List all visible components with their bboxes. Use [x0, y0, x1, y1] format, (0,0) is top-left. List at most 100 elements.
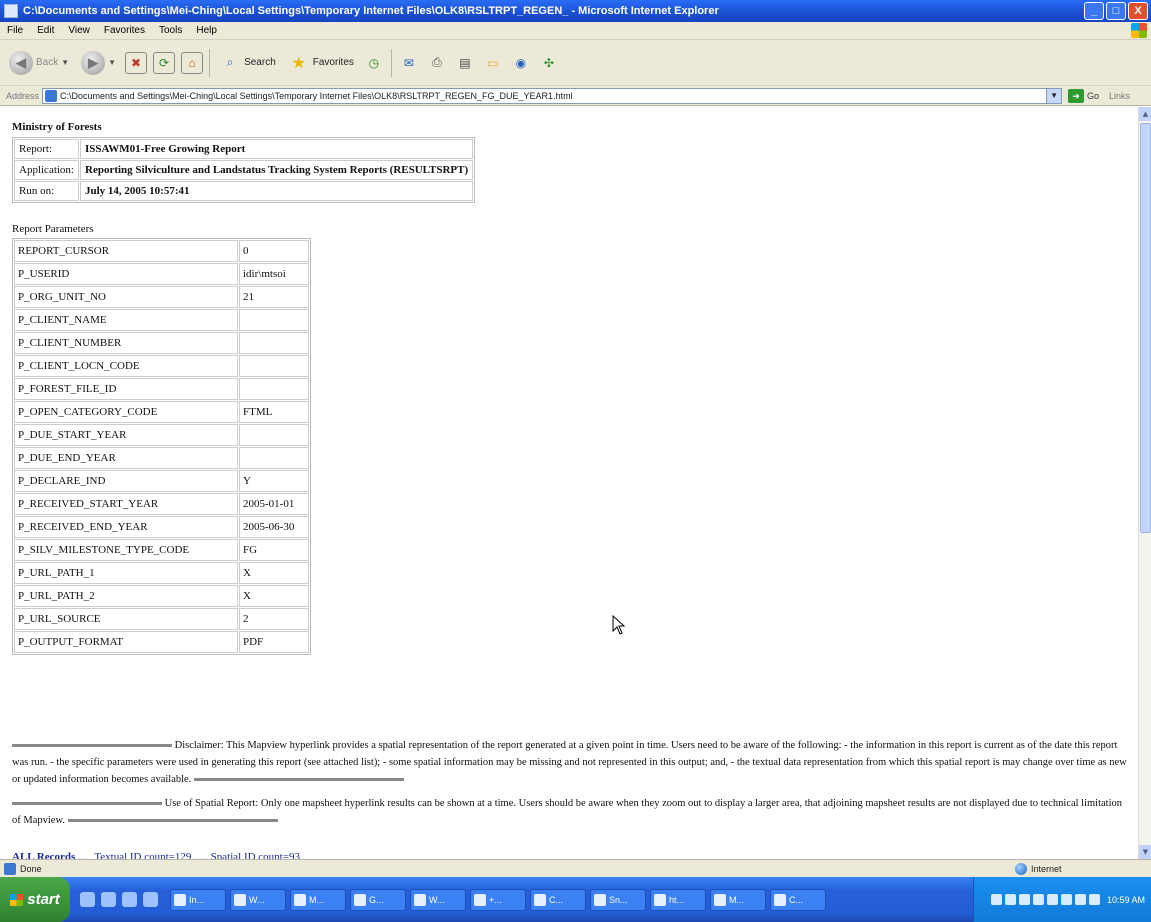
spatial-count-link[interactable]: Spatial ID count=93 [211, 851, 300, 859]
quick-launch-icon[interactable] [143, 892, 158, 907]
table-row: Report: ISSAWM01-Free Growing Report [14, 139, 474, 159]
tray-icon[interactable] [1004, 894, 1016, 905]
task-app-icon [354, 893, 366, 906]
messenger-icon[interactable]: ◉ [510, 52, 532, 74]
task-button[interactable]: +... [470, 888, 526, 911]
task-button[interactable]: ht... [650, 888, 706, 911]
folder-icon[interactable]: ▭ [482, 52, 504, 74]
divider-rule [193, 778, 404, 782]
address-input[interactable]: C:\Documents and Settings\Mei-Ching\Loca… [42, 87, 1063, 104]
param-key: P_RECEIVED_START_YEAR [14, 493, 238, 515]
menu-file[interactable]: File [0, 25, 30, 36]
param-key: P_CLIENT_NUMBER [14, 332, 238, 354]
param-value: idir\mtsoi [239, 263, 309, 285]
task-label: ht... [669, 894, 685, 905]
maximize-button[interactable]: □ [1106, 2, 1126, 20]
task-app-icon [414, 893, 426, 906]
scroll-thumb[interactable] [1140, 123, 1151, 533]
tray-icon[interactable] [1074, 894, 1086, 905]
param-value: 2005-01-01 [239, 493, 309, 515]
page-content: Ministry of Forests Report: ISSAWM01-Fre… [0, 107, 1138, 859]
menu-favorites[interactable]: Favorites [97, 25, 152, 36]
favorites-button[interactable]: ★ Favorites [285, 50, 357, 76]
edit-icon[interactable]: ▤ [454, 52, 476, 74]
scroll-down-icon[interactable]: ▼ [1139, 845, 1151, 859]
table-row: P_FOREST_FILE_ID [14, 378, 309, 400]
forward-dropdown-icon[interactable]: ▼ [108, 58, 116, 67]
home-icon[interactable]: ⌂ [181, 51, 204, 74]
research-icon[interactable]: ✣ [538, 52, 560, 74]
refresh-icon[interactable]: ⟳ [153, 51, 176, 74]
task-button[interactable]: Sn... [590, 888, 646, 911]
ie-icon [4, 4, 18, 18]
task-label: C... [549, 894, 564, 905]
quick-launch-icon[interactable] [122, 892, 137, 907]
mail-icon[interactable]: ✉ [398, 52, 420, 74]
task-buttons: In... W... M... G... W... +... C... Sn..… [170, 888, 826, 911]
windows-flag-icon [10, 893, 24, 906]
back-button[interactable]: ◀ Back ▼ [6, 49, 72, 77]
records-links: ALL Records ..... Textual ID count=129 .… [12, 851, 300, 859]
back-dropdown-icon[interactable]: ▼ [61, 58, 69, 67]
param-value [239, 378, 309, 400]
toolbar-separator [209, 48, 211, 77]
page-icon [45, 89, 58, 102]
print-icon[interactable]: ⎙ [426, 52, 448, 74]
security-zone: Internet [1015, 862, 1062, 875]
task-label: In... [189, 894, 205, 905]
mouse-cursor-icon [612, 615, 626, 635]
task-app-icon [654, 893, 666, 906]
history-icon[interactable]: ◷ [363, 52, 385, 74]
table-row: P_USERID idir\mtsoi [14, 263, 309, 285]
tray-icon[interactable] [1046, 894, 1058, 905]
menu-edit[interactable]: Edit [30, 25, 61, 36]
task-button[interactable]: W... [410, 888, 466, 911]
address-dropdown-icon[interactable]: ▼ [1046, 88, 1062, 103]
scroll-up-icon[interactable]: ▲ [1139, 107, 1151, 121]
quick-launch-icon[interactable] [101, 892, 116, 907]
vertical-scrollbar[interactable]: ▲ ▼ [1138, 107, 1151, 859]
zone-label: Internet [1031, 863, 1062, 874]
task-button[interactable]: M... [710, 888, 766, 911]
task-button[interactable]: M... [290, 888, 346, 911]
param-key: P_DUE_END_YEAR [14, 447, 238, 469]
task-button[interactable]: In... [170, 888, 226, 911]
stop-icon[interactable]: ✖ [125, 51, 148, 74]
all-records-link[interactable]: ALL Records [12, 851, 75, 859]
quick-launch-icon[interactable] [80, 892, 95, 907]
start-button[interactable]: start [0, 877, 70, 922]
task-button[interactable]: W... [230, 888, 286, 911]
tray-icon[interactable] [1018, 894, 1030, 905]
close-button[interactable]: X [1128, 2, 1148, 20]
param-key: P_FOREST_FILE_ID [14, 378, 238, 400]
title-bar: C:\Documents and Settings\Mei-Ching\Loca… [0, 0, 1151, 22]
menu-help[interactable]: Help [189, 25, 224, 36]
param-key: P_RECEIVED_END_YEAR [14, 516, 238, 538]
param-key: P_DUE_START_YEAR [14, 424, 238, 446]
task-button[interactable]: C... [770, 888, 826, 911]
param-key: P_ORG_UNIT_NO [14, 286, 238, 308]
tray-icon[interactable] [1088, 894, 1100, 905]
tray-icon[interactable] [1060, 894, 1072, 905]
task-button[interactable]: G... [350, 888, 406, 911]
search-icon: ⌕ [226, 55, 234, 69]
tray-icon[interactable] [990, 894, 1002, 905]
table-row: P_SILV_MILESTONE_TYPE_CODE FG [14, 539, 309, 561]
divider-rule [12, 802, 162, 806]
search-button[interactable]: ⌕ Search [216, 50, 279, 76]
taskbar: start In... W... M... G... W... +... C..… [0, 877, 1151, 922]
links-button[interactable]: Links [1109, 91, 1130, 101]
table-row: REPORT_CURSOR 0 [14, 240, 309, 262]
forward-button[interactable]: ▶ ▼ [78, 49, 119, 77]
minimize-button[interactable]: _ [1084, 2, 1104, 20]
task-button[interactable]: C... [530, 888, 586, 911]
textual-count-link[interactable]: Textual ID count=129 [94, 851, 191, 859]
menu-view[interactable]: View [61, 25, 97, 36]
disclaimer-body: Disclaimer: This Mapview hyperlink provi… [12, 740, 1127, 785]
menu-tools[interactable]: Tools [152, 25, 189, 36]
header-key: Run on: [14, 181, 79, 201]
param-key: P_USERID [14, 263, 238, 285]
go-button[interactable]: ➜ Go [1068, 88, 1099, 103]
param-key: P_URL_PATH_1 [14, 562, 238, 584]
tray-icon[interactable] [1032, 894, 1044, 905]
